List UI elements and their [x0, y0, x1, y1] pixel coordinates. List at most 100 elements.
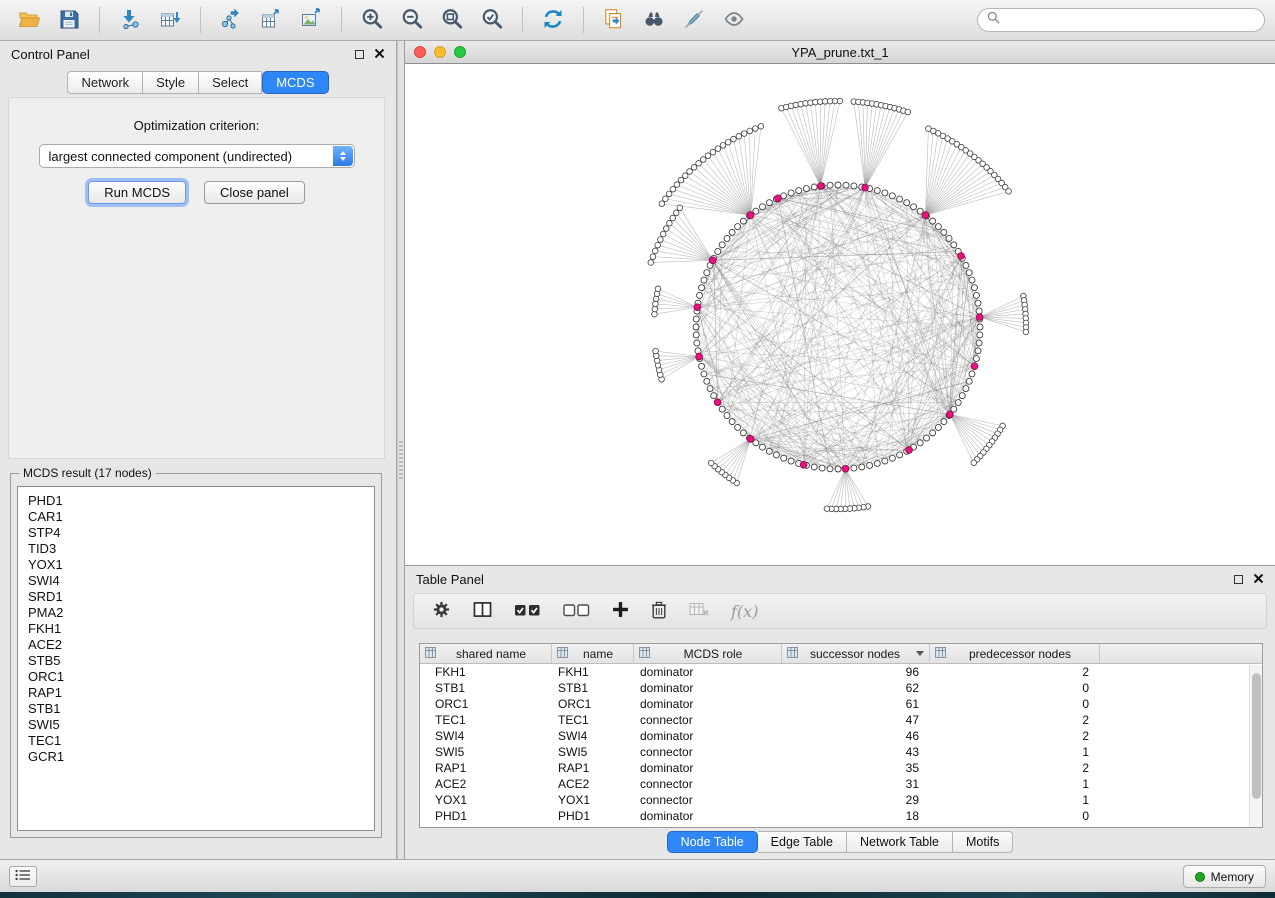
table-cell: 2 [930, 665, 1100, 679]
table-row[interactable]: FKH1FKH1dominator962 [420, 664, 1262, 680]
tab-style[interactable]: Style [143, 71, 199, 94]
close-panel-icon[interactable] [1253, 572, 1264, 587]
memory-button[interactable]: Memory [1183, 865, 1266, 888]
float-panel-icon[interactable] [1234, 575, 1243, 584]
mcds-result-item[interactable]: ORC1 [28, 669, 374, 685]
table-row[interactable]: TEC1TEC1connector472 [420, 712, 1262, 728]
open-file-button[interactable] [10, 4, 48, 36]
float-panel-icon[interactable] [355, 50, 364, 59]
save-session-button[interactable] [50, 4, 88, 36]
network-canvas[interactable] [405, 64, 1275, 565]
toolbar-separator [522, 7, 523, 33]
table-cell: TEC1 [552, 713, 634, 727]
table-cell: dominator [634, 697, 782, 711]
function-builder-button[interactable]: f(x) [731, 602, 758, 621]
table-cell: STB1 [420, 681, 552, 695]
table-scrollbar[interactable] [1249, 665, 1262, 827]
criterion-select[interactable]: largest connected component (undirected) [39, 144, 355, 168]
mcds-result-item[interactable]: GCR1 [28, 749, 374, 765]
mcds-result-item[interactable]: SWI4 [28, 573, 374, 589]
apply-layout-button[interactable] [534, 4, 572, 36]
run-mcds-button[interactable]: Run MCDS [88, 181, 186, 204]
column-header-mcds-role[interactable]: MCDS role [634, 644, 782, 663]
column-header-filler [1100, 644, 1262, 663]
close-panel-button[interactable]: Close panel [204, 181, 305, 204]
mcds-result-list[interactable]: PHD1CAR1STP4TID3YOX1SWI4SRD1PMA2FKH1ACE2… [17, 486, 375, 831]
zoom-fit-button[interactable] [433, 4, 471, 36]
find-button[interactable] [635, 4, 673, 36]
tab-motifs[interactable]: Motifs [953, 831, 1013, 853]
mcds-result-item[interactable]: SWI5 [28, 717, 374, 733]
table-row[interactable]: PHD1PHD1dominator180 [420, 808, 1262, 824]
panel-menu-button[interactable] [9, 866, 37, 887]
mcds-result-item[interactable]: YOX1 [28, 557, 374, 573]
tab-select[interactable]: Select [199, 71, 262, 94]
export-network-icon [219, 8, 243, 33]
mcds-tab-content: Optimization criterion: largest connecte… [8, 97, 385, 459]
table-row[interactable]: ORC1ORC1dominator610 [420, 696, 1262, 712]
column-header-name[interactable]: name [552, 644, 634, 663]
tab-network-table[interactable]: Network Table [847, 831, 953, 853]
table-cell: PHD1 [420, 809, 552, 823]
mcds-result-item[interactable]: STP4 [28, 525, 374, 541]
mcds-result-item[interactable]: STB1 [28, 701, 374, 717]
mcds-result-item[interactable]: RAP1 [28, 685, 374, 701]
table-cell: connector [634, 713, 782, 727]
export-network-button[interactable] [212, 4, 250, 36]
brush-slash-icon [681, 8, 707, 33]
delete-column-button[interactable] [651, 601, 667, 622]
import-table-button[interactable] [151, 4, 189, 36]
table-row[interactable]: ACE2ACE2connector311 [420, 776, 1262, 792]
deselect-all-button[interactable] [563, 602, 590, 621]
clone-network-button[interactable] [595, 4, 633, 36]
mcds-result-item[interactable]: PMA2 [28, 605, 374, 621]
vertical-splitter[interactable] [397, 41, 405, 859]
mcds-result-item[interactable]: PHD1 [28, 493, 374, 509]
network-graph [405, 64, 1275, 565]
delete-table-button[interactable] [689, 602, 709, 620]
hide-graphics-details-button[interactable] [675, 4, 713, 36]
table-row[interactable]: SWI4SWI4dominator462 [420, 728, 1262, 744]
list-icon [15, 869, 31, 884]
tab-node-table[interactable]: Node Table [667, 831, 758, 853]
show-graphics-details-button[interactable] [715, 4, 753, 36]
column-header-predecessor-nodes[interactable]: predecessor nodes [930, 644, 1100, 663]
table-cell: 61 [782, 697, 930, 711]
tab-network[interactable]: Network [67, 71, 143, 94]
tab-edge-table[interactable]: Edge Table [758, 831, 847, 853]
mcds-result-item[interactable]: SRD1 [28, 589, 374, 605]
scrollbar-thumb[interactable] [1252, 673, 1261, 799]
column-header-shared-name[interactable]: shared name [420, 644, 552, 663]
mcds-result-item[interactable]: FKH1 [28, 621, 374, 637]
zoom-out-button[interactable] [393, 4, 431, 36]
show-columns-button[interactable] [473, 601, 492, 621]
import-network-button[interactable] [111, 4, 149, 36]
export-table-button[interactable] [252, 4, 290, 36]
splitter-grip[interactable] [399, 441, 403, 479]
network-window: YPA_prune.txt_1 [405, 41, 1275, 565]
mcds-result-item[interactable]: ACE2 [28, 637, 374, 653]
table-settings-button[interactable] [432, 600, 451, 622]
table-row[interactable]: YOX1YOX1connector291 [420, 792, 1262, 808]
mcds-result-item[interactable]: CAR1 [28, 509, 374, 525]
table-row[interactable]: RAP1RAP1dominator352 [420, 760, 1262, 776]
search-input[interactable] [1006, 13, 1255, 27]
tab-mcds[interactable]: MCDS [262, 71, 328, 94]
mcds-result-item[interactable]: STB5 [28, 653, 374, 669]
zoom-in-button[interactable] [353, 4, 391, 36]
network-titlebar: YPA_prune.txt_1 [405, 41, 1275, 64]
mcds-result-item[interactable]: TEC1 [28, 733, 374, 749]
table-row[interactable]: SWI5SWI5connector431 [420, 744, 1262, 760]
close-panel-icon[interactable] [374, 47, 385, 62]
trash-icon [651, 601, 667, 622]
export-image-button[interactable] [292, 4, 330, 36]
control-panel-tabs: Network Style Select MCDS [0, 71, 396, 94]
column-header-successor-nodes[interactable]: successor nodes [782, 644, 930, 663]
zoom-selected-button[interactable] [473, 4, 511, 36]
toolbar-separator [341, 7, 342, 33]
select-all-button[interactable] [514, 602, 541, 621]
dropdown-stepper-icon [333, 146, 353, 166]
add-column-button[interactable] [612, 601, 629, 621]
table-row[interactable]: STB1STB1dominator620 [420, 680, 1262, 696]
mcds-result-item[interactable]: TID3 [28, 541, 374, 557]
